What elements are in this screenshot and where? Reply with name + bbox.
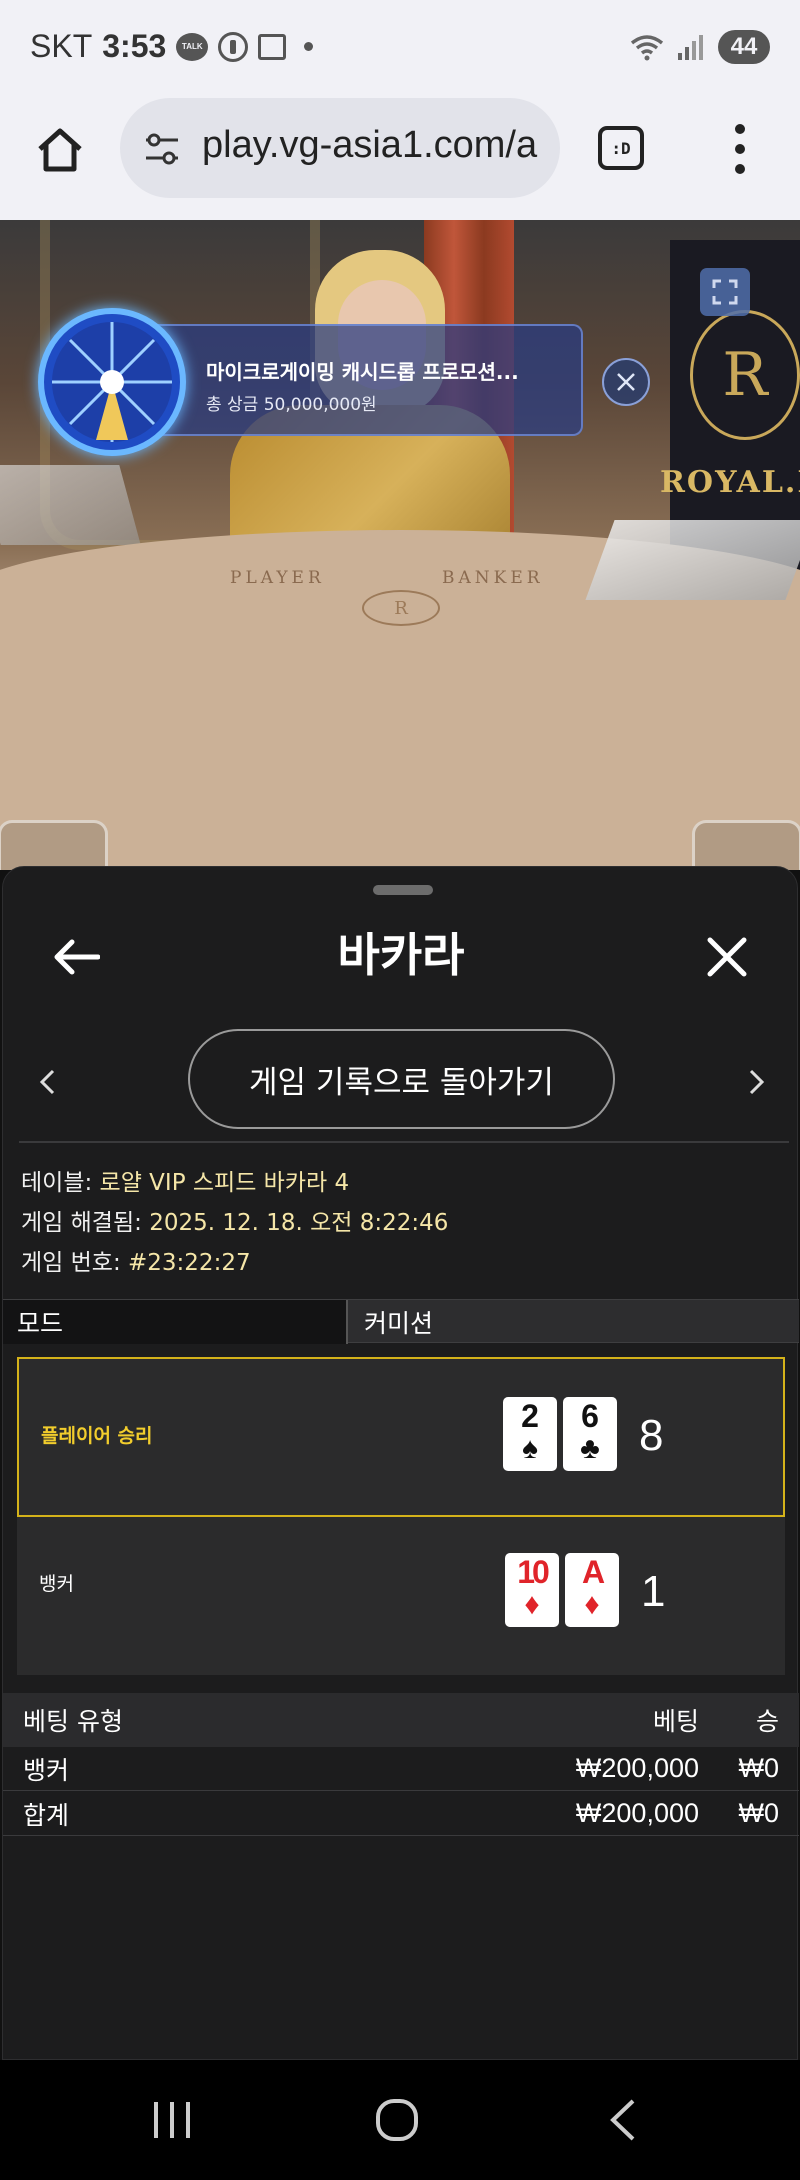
banker-score: 1 <box>641 1567 666 1616</box>
wifi-icon <box>630 35 664 61</box>
promo-close-button[interactable] <box>602 358 650 406</box>
bet-total-label: 합계 <box>23 1800 70 1830</box>
player-result-label: 플레이어 승리 <box>41 1425 153 1447</box>
home-icon <box>38 128 82 172</box>
expand-icon <box>712 279 738 305</box>
bet-total-row: 합계 ₩200,000 ₩0 <box>3 1792 799 1836</box>
close-icon <box>707 937 747 977</box>
brand-text: ROYAL.I <box>660 465 800 500</box>
left-side-tab[interactable] <box>0 820 108 870</box>
card-shoe <box>585 520 800 600</box>
info-table-value: 로얄 VIP 스피드 바카라 4 <box>99 1170 350 1196</box>
previous-game-button[interactable] <box>27 1057 67 1107</box>
info-settled-label: 게임 해결됨: <box>21 1210 142 1236</box>
table-logo: R <box>362 590 440 626</box>
card-suit: ♦ <box>584 1588 600 1621</box>
browser-toolbar: play.vg-asia1.com/a :D <box>0 96 800 220</box>
url-text[interactable]: play.vg-asia1.com/a <box>202 124 537 167</box>
info-game-number-label: 게임 번호: <box>21 1250 121 1276</box>
info-game-number-value: #23:22:27 <box>128 1250 251 1276</box>
bet-row: 뱅커 ₩200,000 ₩0 <box>3 1747 799 1791</box>
signal-icon <box>678 35 703 60</box>
notification-dot-icon <box>304 42 314 51</box>
calendar-icon <box>258 33 287 60</box>
right-side-tab[interactable] <box>692 820 800 870</box>
status-right: 44 <box>630 30 770 64</box>
address-bar[interactable]: play.vg-asia1.com/a <box>120 98 560 198</box>
home-button[interactable] <box>30 120 90 180</box>
carrier-label: SKT <box>30 28 93 64</box>
kakaotalk-icon: TALK <box>176 32 209 61</box>
banker-card-2: A ♦ <box>565 1553 619 1627</box>
table-banker-label: BANKER <box>442 568 544 588</box>
back-nav-button[interactable] <box>582 2090 662 2150</box>
bet-type-header: 베팅 유형 <box>23 1707 123 1736</box>
bet-type: 뱅커 <box>23 1755 70 1785</box>
table-player-label: PLAYER <box>230 568 325 588</box>
recent-apps-icon <box>154 2102 190 2138</box>
info-table-label: 테이블: <box>21 1170 93 1196</box>
status-time: 3:53 <box>102 28 167 64</box>
prize-wheel-icon[interactable] <box>38 308 186 456</box>
bets-header: 베팅 유형 베팅 승 <box>3 1693 799 1747</box>
vibrate-icon <box>218 31 249 62</box>
status-bar: SKT 3:53 TALK 44 <box>0 0 800 96</box>
card-suit: ♣ <box>580 1432 600 1465</box>
back-chevron-icon <box>610 2099 635 2141</box>
next-game-button[interactable] <box>737 1057 777 1107</box>
mode-header: 모드 커미션 <box>3 1299 799 1344</box>
close-icon <box>617 373 635 391</box>
banker-result-label: 뱅커 <box>39 1573 74 1595</box>
home-circle-icon <box>376 2099 418 2141</box>
card-tray <box>0 465 141 545</box>
commission-column-header: 커미션 <box>364 1309 434 1338</box>
bet-amount-header: 베팅 <box>652 1707 699 1736</box>
player-card-1: 2 ♠ <box>503 1397 557 1471</box>
info-settled: 게임 해결됨: 2025. 12. 18. 오전 8:22:46 <box>21 1203 448 1237</box>
game-history-panel: 바카라 게임 기록으로 돌아가기 테이블: 로얄 VIP 스피드 바카라 4 게… <box>2 866 799 2060</box>
info-table: 테이블: 로얄 VIP 스피드 바카라 4 <box>21 1163 349 1197</box>
live-video-stream: R ROYAL.I PLAYER BANKER R 마이크로게이밍 캐시드롭 프… <box>0 220 800 870</box>
drag-handle[interactable] <box>373 885 433 895</box>
tab-switcher-button[interactable]: :D <box>598 126 644 170</box>
bet-amount: ₩200,000 <box>575 1753 699 1783</box>
divider <box>19 1141 789 1143</box>
brand-emblem: R <box>690 310 800 440</box>
system-navigation-bar <box>0 2060 800 2180</box>
info-settled-value: 2025. 12. 18. 오전 8:22:46 <box>149 1210 449 1236</box>
player-card-2: 6 ♣ <box>563 1397 617 1471</box>
more-vert-icon <box>735 124 745 134</box>
mode-column-header: 모드 <box>3 1300 348 1344</box>
banker-card-1: 10 ♦ <box>505 1553 559 1627</box>
panel-title: 바카라 <box>337 928 465 982</box>
bet-win: ₩0 <box>738 1753 780 1783</box>
bet-win-header: 승 <box>755 1707 779 1736</box>
chevron-left-icon <box>39 1069 55 1095</box>
fullscreen-button[interactable] <box>700 268 750 316</box>
recent-apps-button[interactable] <box>132 2090 212 2150</box>
promo-title: 마이크로게이밍 캐시드롭 프로모션... <box>206 360 519 384</box>
card-rank: 2 <box>521 1398 539 1434</box>
status-left: SKT 3:53 TALK <box>30 28 314 65</box>
card-suit: ♦ <box>524 1588 540 1621</box>
bet-total-win: ₩0 <box>738 1798 780 1828</box>
promo-prize: 총 상금 50,000,000원 <box>206 395 377 415</box>
card-rank: 6 <box>581 1398 599 1434</box>
card-rank: A <box>581 1554 605 1590</box>
player-result-row: 플레이어 승리 2 ♠ 6 ♣ 8 <box>17 1357 785 1517</box>
close-button[interactable] <box>697 927 757 987</box>
home-nav-button[interactable] <box>357 2090 437 2150</box>
info-game-number: 게임 번호: #23:22:27 <box>21 1243 251 1277</box>
round-result: 플레이어 승리 2 ♠ 6 ♣ 8 뱅커 10 ♦ A ♦ 1 <box>17 1357 785 1675</box>
player-score: 8 <box>639 1411 664 1460</box>
more-menu-button[interactable] <box>722 124 758 174</box>
site-settings-icon[interactable] <box>142 130 182 168</box>
battery-indicator: 44 <box>718 30 770 64</box>
bet-total-amount: ₩200,000 <box>575 1798 699 1828</box>
back-to-history-button[interactable]: 게임 기록으로 돌아가기 <box>188 1029 615 1129</box>
card-rank: 10 <box>517 1554 550 1590</box>
chevron-right-icon <box>749 1069 765 1095</box>
card-suit: ♠ <box>522 1432 538 1465</box>
banker-result-row: 뱅커 10 ♦ A ♦ 1 <box>17 1519 785 1675</box>
